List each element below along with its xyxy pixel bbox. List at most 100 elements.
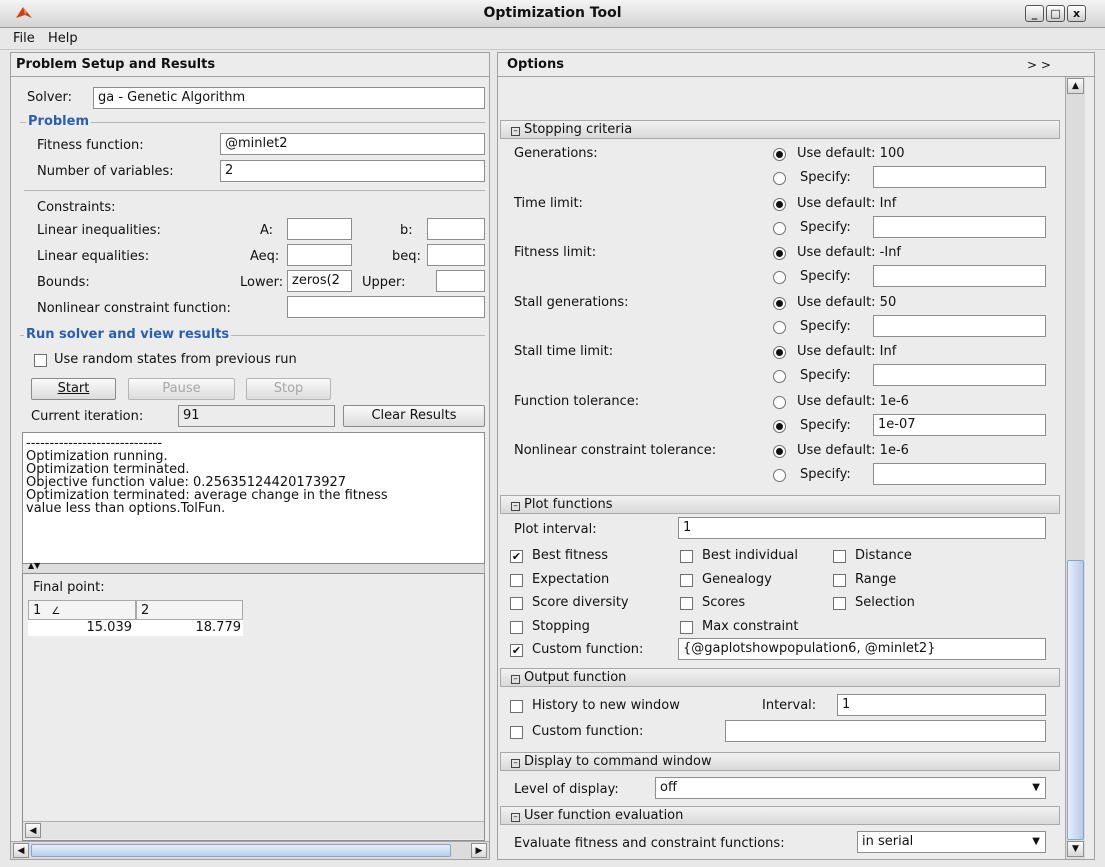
display-command-window-header[interactable]: – Display to command window xyxy=(500,752,1060,771)
scroll-up-icon[interactable]: ▲ xyxy=(1067,78,1084,94)
custom-plot-checkbox[interactable]: ✔ xyxy=(510,644,523,657)
plot-checkbox[interactable]: ✔ xyxy=(510,550,523,563)
evaluate-functions-dropdown[interactable]: in serial ▼ xyxy=(857,831,1046,853)
user-function-evaluation-header[interactable]: – User function evaluation xyxy=(500,806,1060,825)
output-interval-input[interactable]: 1 xyxy=(837,694,1046,716)
specify-radio[interactable] xyxy=(773,320,786,334)
maximize-button[interactable]: □ xyxy=(1046,5,1065,22)
final-point-hscrollbar[interactable]: ◀ xyxy=(23,821,484,839)
output-text-area[interactable]: ----------------------------- Optimizati… xyxy=(22,432,485,564)
history-window-checkbox[interactable] xyxy=(510,700,523,713)
scroll-left-icon[interactable]: ◀ xyxy=(25,823,41,838)
aeq-matrix-input[interactable] xyxy=(287,244,352,266)
specify-radio[interactable] xyxy=(773,419,786,433)
output-function-header[interactable]: – Output function xyxy=(500,668,1060,687)
custom-plot-input[interactable]: {@gaplotshowpopulation6, @minlet2} xyxy=(678,638,1046,660)
use-default-radio[interactable] xyxy=(773,247,786,260)
beq-vector-input[interactable] xyxy=(427,244,485,266)
use-default-radio[interactable] xyxy=(773,148,786,161)
plot-interval-input[interactable]: 1 xyxy=(678,517,1046,539)
expand-options-button[interactable]: > > xyxy=(1027,58,1051,72)
nonlinear-constraint-input[interactable] xyxy=(287,296,485,318)
specify-radio[interactable] xyxy=(773,469,786,482)
pause-button[interactable]: Pause xyxy=(128,378,235,400)
specify-input[interactable] xyxy=(873,463,1046,485)
specify-input[interactable] xyxy=(873,166,1046,188)
use-default-label: Use default: Inf xyxy=(797,344,897,359)
stop-button[interactable]: Stop xyxy=(246,378,331,400)
divider xyxy=(11,76,489,77)
stopping-criteria-header[interactable]: – Stopping criteria xyxy=(500,120,1060,139)
custom-output-input[interactable] xyxy=(725,720,1046,742)
close-button[interactable]: x xyxy=(1067,5,1086,22)
scroll-down-icon[interactable]: ▼ xyxy=(1067,841,1084,857)
specify-radio[interactable] xyxy=(773,172,786,185)
run-section-title: Run solver and view results xyxy=(24,327,232,342)
hscroll-thumb[interactable] xyxy=(31,844,451,857)
specify-input[interactable] xyxy=(873,314,1046,337)
fitness-function-input[interactable]: @minlet2 xyxy=(220,133,485,155)
number-of-variables-input[interactable]: 2 xyxy=(220,160,485,182)
collapse-icon: – xyxy=(511,127,520,136)
clear-results-button[interactable]: Clear Results xyxy=(343,405,485,427)
plot-checkbox-label: Genealogy xyxy=(702,571,772,587)
vscroll-thumb[interactable] xyxy=(1067,560,1084,840)
scroll-right-icon[interactable]: ▶ xyxy=(471,843,487,858)
specify-input[interactable] xyxy=(873,265,1046,287)
plot-checkbox-label: Distance xyxy=(855,548,912,563)
specify-input[interactable] xyxy=(873,215,1046,238)
specify-input[interactable] xyxy=(873,364,1046,386)
use-default-radio[interactable] xyxy=(773,445,786,458)
final-point-cell: 18.779 xyxy=(136,620,243,636)
upper-bounds-input[interactable] xyxy=(436,270,485,292)
random-states-checkbox[interactable] xyxy=(34,354,47,367)
plot-checkbox[interactable] xyxy=(510,573,523,587)
options-vscrollbar[interactable]: ▲ ▼ xyxy=(1065,77,1085,859)
use-default-radio[interactable] xyxy=(773,296,786,310)
plot-checkbox[interactable] xyxy=(680,573,693,587)
minimize-button[interactable]: _ xyxy=(1025,5,1044,22)
lower-bounds-input[interactable]: zeros(2 xyxy=(287,270,352,292)
stopping-row-label: Stall generations: xyxy=(514,294,629,310)
plot-checkbox-label: Score diversity xyxy=(532,595,629,610)
plot-checkbox[interactable] xyxy=(680,597,693,610)
use-default-radio[interactable] xyxy=(773,346,786,359)
custom-plot-label: Custom function: xyxy=(532,642,644,657)
specify-label: Specify: xyxy=(800,170,851,185)
history-window-label: History to new window xyxy=(532,698,680,713)
use-default-label: Use default: 50 xyxy=(797,294,897,310)
plot-checkbox[interactable] xyxy=(833,550,846,563)
custom-output-checkbox[interactable] xyxy=(510,726,523,739)
use-default-label: Use default: -Inf xyxy=(797,245,902,260)
plot-checkbox[interactable] xyxy=(680,620,693,634)
specify-radio[interactable] xyxy=(773,271,786,284)
final-point-col-header-1[interactable]: 1 ∠ xyxy=(28,600,136,620)
linear-inequalities-label: Linear inequalities: xyxy=(37,223,161,238)
use-default-radio[interactable] xyxy=(773,197,786,211)
plot-checkbox[interactable] xyxy=(510,597,523,610)
plot-checkbox[interactable] xyxy=(833,597,846,610)
left-panel-hscrollbar[interactable]: ◀ ▶ xyxy=(11,841,489,859)
start-label: Start xyxy=(57,381,90,396)
menu-file[interactable]: File xyxy=(13,31,35,46)
start-button[interactable]: Start xyxy=(31,378,116,400)
scroll-left-icon[interactable]: ◀ xyxy=(13,843,29,858)
plot-functions-header[interactable]: – Plot functions xyxy=(500,495,1060,514)
specify-radio[interactable] xyxy=(773,221,786,235)
specify-radio[interactable] xyxy=(773,370,786,383)
solver-dropdown[interactable]: ga - Genetic Algorithm xyxy=(93,87,485,109)
beq-label: beq: xyxy=(392,249,421,264)
splitter-handle[interactable]: ▲▼ xyxy=(22,561,485,573)
use-default-radio[interactable] xyxy=(773,395,786,409)
plot-checkbox[interactable] xyxy=(510,620,523,634)
menu-bar: File Help xyxy=(0,28,1105,50)
a-matrix-input[interactable] xyxy=(287,218,352,240)
b-vector-input[interactable] xyxy=(427,218,485,240)
plot-checkbox[interactable] xyxy=(833,573,846,587)
final-point-col-header-2[interactable]: 2 xyxy=(136,600,243,620)
level-of-display-dropdown[interactable]: off ▼ xyxy=(655,777,1046,799)
plot-checkbox[interactable] xyxy=(680,550,693,563)
menu-help[interactable]: Help xyxy=(48,31,78,46)
specify-input[interactable]: 1e-07 xyxy=(873,413,1046,436)
current-iteration-value: 91 xyxy=(178,405,335,427)
